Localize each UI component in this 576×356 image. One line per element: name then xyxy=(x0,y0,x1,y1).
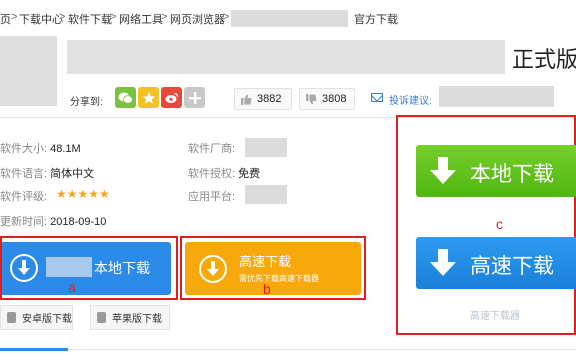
breadcrumb-separator: > xyxy=(110,11,117,23)
info-rating: 软件评级: xyxy=(0,188,47,204)
mail-icon xyxy=(371,93,383,102)
downvote-count: 3808 xyxy=(322,93,347,105)
info-update-value: 2018-09-10 xyxy=(50,216,107,228)
annotation-box-b xyxy=(180,236,366,300)
breadcrumb-separator: > xyxy=(11,11,18,23)
info-language-label: 软件语言: xyxy=(0,168,48,180)
info-update-label: 更新时间: xyxy=(0,216,48,228)
breadcrumb-separator: > xyxy=(161,11,168,23)
info-size: 软件大小: 48.1M xyxy=(0,140,81,156)
info-language: 软件语言: 简体中文 xyxy=(0,165,94,181)
more-plus-icon[interactable] xyxy=(184,87,205,108)
breadcrumb-item-software-download[interactable]: 软件下载 xyxy=(68,11,112,27)
android-download-label: 安卓版下载 xyxy=(22,314,72,325)
annotation-a: a xyxy=(68,279,76,295)
redacted-platform xyxy=(245,185,287,204)
info-license-value: 免费 xyxy=(238,168,261,180)
page-title-suffix: 正式版 xyxy=(512,47,576,72)
breadcrumb-separator: > xyxy=(223,11,230,23)
info-license: 软件授权: 免费 xyxy=(188,165,260,181)
info-size-label: 软件大小: xyxy=(0,143,48,155)
breadcrumb-item-network-tools[interactable]: 网络工具 xyxy=(119,11,163,27)
redacted-software-name xyxy=(231,10,348,27)
qzone-star-icon[interactable] xyxy=(138,87,159,108)
annotation-b: b xyxy=(263,281,271,297)
info-rating-label: 软件评级: xyxy=(0,191,48,203)
info-license-label: 软件授权: xyxy=(188,168,236,180)
thumbs-down-icon xyxy=(306,93,317,104)
redacted-suggestion xyxy=(439,86,554,107)
annotation-box-a xyxy=(0,236,178,300)
download-arrow-icon xyxy=(430,249,456,277)
breadcrumb-separator: > xyxy=(59,11,66,23)
upvote-button[interactable]: 3882 xyxy=(234,88,292,110)
redacted-title xyxy=(67,40,505,74)
annotation-c: c xyxy=(496,216,503,232)
downvote-button[interactable]: 3808 xyxy=(299,88,355,110)
apple-download-label: 苹果版下载 xyxy=(112,314,162,325)
big-local-download-label: 本地下载 xyxy=(470,163,554,186)
wechat-icon[interactable] xyxy=(115,87,136,108)
big-fast-download-button[interactable]: 高速下载 xyxy=(416,237,576,289)
thumbs-up-icon xyxy=(241,94,252,105)
apple-icon xyxy=(97,312,106,323)
breadcrumb-home[interactable]: 页 xyxy=(0,11,11,27)
suggestion-link[interactable]: 投诉建议: xyxy=(389,92,432,107)
active-tab-indicator xyxy=(0,348,68,351)
info-vendor-label: 软件厂商: xyxy=(188,143,236,155)
software-icon xyxy=(0,36,57,106)
redacted-vendor xyxy=(245,138,287,157)
share-label: 分享到: xyxy=(70,97,103,108)
big-fast-download-label: 高速下载 xyxy=(470,255,554,278)
info-platform-label: 应用平台: xyxy=(188,191,236,203)
apple-download-button[interactable]: 苹果版下载 xyxy=(90,305,170,330)
weibo-icon[interactable] xyxy=(161,87,182,108)
breadcrumb-item-download-center[interactable]: 下载中心 xyxy=(19,11,63,27)
upvote-count: 3882 xyxy=(257,93,282,105)
fast-downloader-link[interactable]: 高速下载器 xyxy=(470,307,520,322)
info-size-value: 48.1M xyxy=(50,143,81,155)
rating-stars: ★★★★★ xyxy=(56,187,110,201)
breadcrumb-current-suffix: 官方下载 xyxy=(354,14,398,26)
breadcrumb-item-web-browser[interactable]: 网页浏览器 xyxy=(170,11,225,27)
android-icon xyxy=(7,312,16,323)
info-update-time: 更新时间: 2018-09-10 xyxy=(0,213,106,229)
bottom-divider xyxy=(0,349,576,350)
big-local-download-button[interactable]: 本地下载 xyxy=(416,145,576,197)
android-download-button[interactable]: 安卓版下载 xyxy=(0,305,73,330)
download-arrow-icon xyxy=(430,157,456,185)
info-language-value: 简体中文 xyxy=(50,168,95,180)
